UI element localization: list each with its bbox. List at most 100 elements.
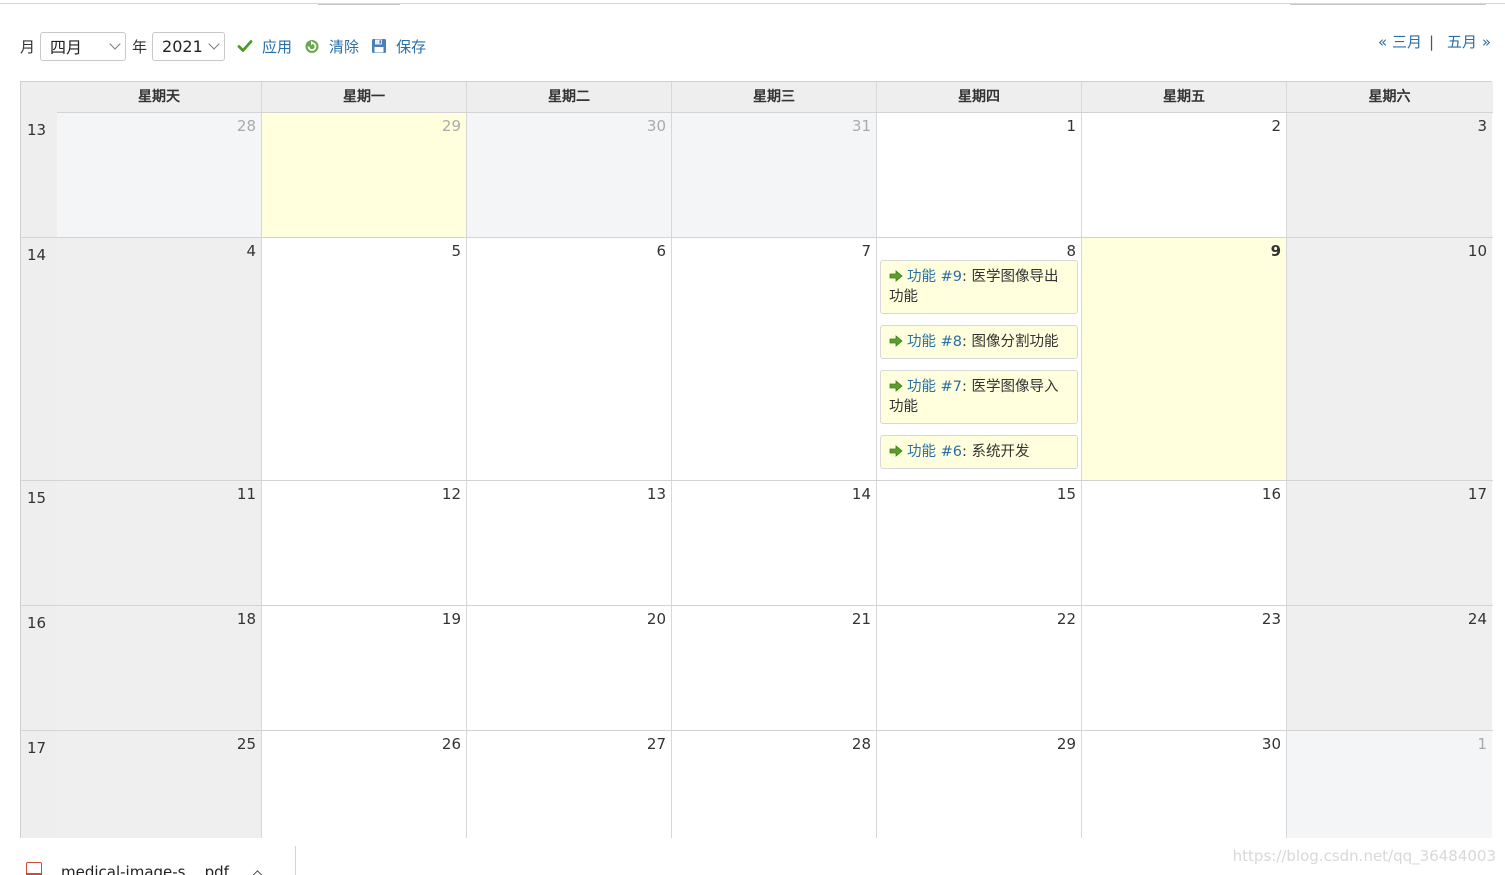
calendar-day[interactable]: 11 <box>57 481 262 605</box>
day-number: 19 <box>441 610 461 628</box>
calendar-week-row: 17 25 26 27 28 29 30 1 <box>21 731 1493 839</box>
calendar-day[interactable]: 19 <box>262 606 467 730</box>
calendar-day[interactable]: 20 <box>467 606 672 730</box>
month-label: 月 <box>20 37 36 56</box>
calendar-day[interactable]: 30 <box>1082 731 1287 839</box>
weekday-thursday: 星期四 <box>877 82 1082 112</box>
calendar-day[interactable]: 29 <box>262 113 467 237</box>
next-month-link[interactable]: 五月 » <box>1447 31 1491 52</box>
calendar-day[interactable]: 24 <box>1287 606 1492 730</box>
download-filename: medical-image-s....pdf <box>61 863 229 875</box>
day-number: 1 <box>1066 117 1076 135</box>
calendar-day[interactable]: 28 <box>57 113 262 237</box>
calendar-day[interactable]: 13 <box>467 481 672 605</box>
day-number: 25 <box>236 735 256 753</box>
calendar-issue[interactable]: 功能 #8: 图像分割功能 <box>880 325 1078 359</box>
week-number: 15 <box>21 481 57 605</box>
calendar-issue[interactable]: 功能 #6: 系统开发 <box>880 435 1078 469</box>
calendar-day[interactable]: 1 <box>877 113 1082 237</box>
weekday-saturday: 星期六 <box>1368 89 1411 105</box>
week-number: 17 <box>21 731 57 839</box>
floppy-disk-icon <box>371 38 387 54</box>
download-bar-divider <box>295 846 296 875</box>
day-number: 30 <box>646 117 666 135</box>
watermark: https://blog.csdn.net/qq_36484003 <box>1232 847 1496 865</box>
calendar-day[interactable]: 27 <box>467 731 672 839</box>
day-number: 9 <box>1270 242 1281 260</box>
calendar-day[interactable]: 6 <box>467 238 672 480</box>
day-number: 6 <box>656 242 666 260</box>
day-number: 26 <box>441 735 461 753</box>
calendar-day[interactable]: 8 功能 #9: 医学图像导出功能 功能 #8: 图像分割功能 功能 #7: 医… <box>877 238 1082 480</box>
month-navigation: « 三月 | 五月 » <box>1378 31 1491 52</box>
calendar-day[interactable]: 15 <box>877 481 1082 605</box>
calendar-day[interactable]: 30 <box>467 113 672 237</box>
calendar-day[interactable]: 5 <box>262 238 467 480</box>
apply-button[interactable]: 应用 <box>237 36 292 57</box>
day-number: 12 <box>441 485 461 503</box>
calendar-day[interactable]: 29 <box>877 731 1082 839</box>
calendar-day[interactable]: 10 <box>1287 238 1492 480</box>
calendar-day[interactable]: 18 <box>57 606 262 730</box>
year-select[interactable]: 2021 <box>152 31 226 61</box>
calendar-day[interactable]: 17 <box>1287 481 1492 605</box>
calendar-day[interactable]: 31 <box>672 113 877 237</box>
weekday-monday: 星期一 <box>262 82 467 112</box>
reload-icon <box>304 38 320 54</box>
calendar-day[interactable]: 1 <box>1287 731 1492 839</box>
day-number: 3 <box>1477 117 1487 135</box>
day-number: 8 <box>1066 242 1076 260</box>
calendar-day[interactable]: 12 <box>262 481 467 605</box>
day-number: 28 <box>236 117 256 135</box>
checkmark-icon <box>237 38 253 54</box>
year-label: 年 <box>132 37 148 56</box>
apply-label: 应用 <box>262 37 293 56</box>
clear-button[interactable]: 清除 <box>304 36 359 57</box>
calendar-week-row: 14 4 5 6 7 8 功能 #9: 医学图像导出功能 功能 #8: 图像分割… <box>21 238 1493 481</box>
calendar-day[interactable]: 16 <box>1082 481 1287 605</box>
month-select-value: 四月 <box>50 38 83 57</box>
issue-subject: : 图像分割功能 <box>961 334 1059 350</box>
prev-month-link[interactable]: « 三月 <box>1378 31 1422 52</box>
calendar-day-today[interactable]: 9 <box>1082 238 1287 480</box>
calendar-day[interactable]: 28 <box>672 731 877 839</box>
issue-link[interactable]: 功能 #9 <box>907 269 962 285</box>
day-number: 5 <box>451 242 461 260</box>
download-item[interactable]: medical-image-s....pdf <box>26 862 264 875</box>
calendar-day[interactable]: 14 <box>672 481 877 605</box>
calendar-day[interactable]: 26 <box>262 731 467 839</box>
calendar-day[interactable]: 21 <box>672 606 877 730</box>
save-label: 保存 <box>396 37 427 56</box>
day-number: 31 <box>851 117 871 135</box>
calendar-day[interactable]: 22 <box>877 606 1082 730</box>
week-number: 16 <box>21 606 57 730</box>
day-number: 20 <box>646 610 666 628</box>
day-number: 29 <box>441 117 461 135</box>
top-tab-edge <box>318 0 400 5</box>
day-number: 14 <box>851 485 871 503</box>
issue-link[interactable]: 功能 #7 <box>907 379 962 395</box>
top-divider <box>0 3 1505 4</box>
chevron-up-icon[interactable] <box>251 869 264 875</box>
calendar-week-row: 15 11 12 13 14 15 16 17 <box>21 481 1493 606</box>
issue-link[interactable]: 功能 #8 <box>907 334 962 350</box>
day-number: 27 <box>646 735 666 753</box>
save-button[interactable]: 保存 <box>371 36 426 57</box>
calendar-day[interactable]: 23 <box>1082 606 1287 730</box>
calendar-issue[interactable]: 功能 #7: 医学图像导入功能 <box>880 370 1078 424</box>
month-select[interactable]: 四月 <box>40 31 127 61</box>
chevron-down-icon <box>109 37 121 50</box>
calendar-day[interactable]: 25 <box>57 731 262 839</box>
calendar-day[interactable]: 3 <box>1287 113 1492 237</box>
calendar-day[interactable]: 7 <box>672 238 877 480</box>
issue-link[interactable]: 功能 #6 <box>907 444 962 460</box>
day-number: 21 <box>851 610 871 628</box>
issue-subject: : 系统开发 <box>961 444 1030 460</box>
day-number: 18 <box>236 610 256 628</box>
calendar-day[interactable]: 2 <box>1082 113 1287 237</box>
day-number: 30 <box>1261 735 1281 753</box>
calendar-day[interactable]: 4 <box>57 238 262 480</box>
year-select-value: 2021 <box>162 36 203 56</box>
calendar-issue[interactable]: 功能 #9: 医学图像导出功能 <box>880 260 1078 314</box>
day-number: 23 <box>1261 610 1281 628</box>
